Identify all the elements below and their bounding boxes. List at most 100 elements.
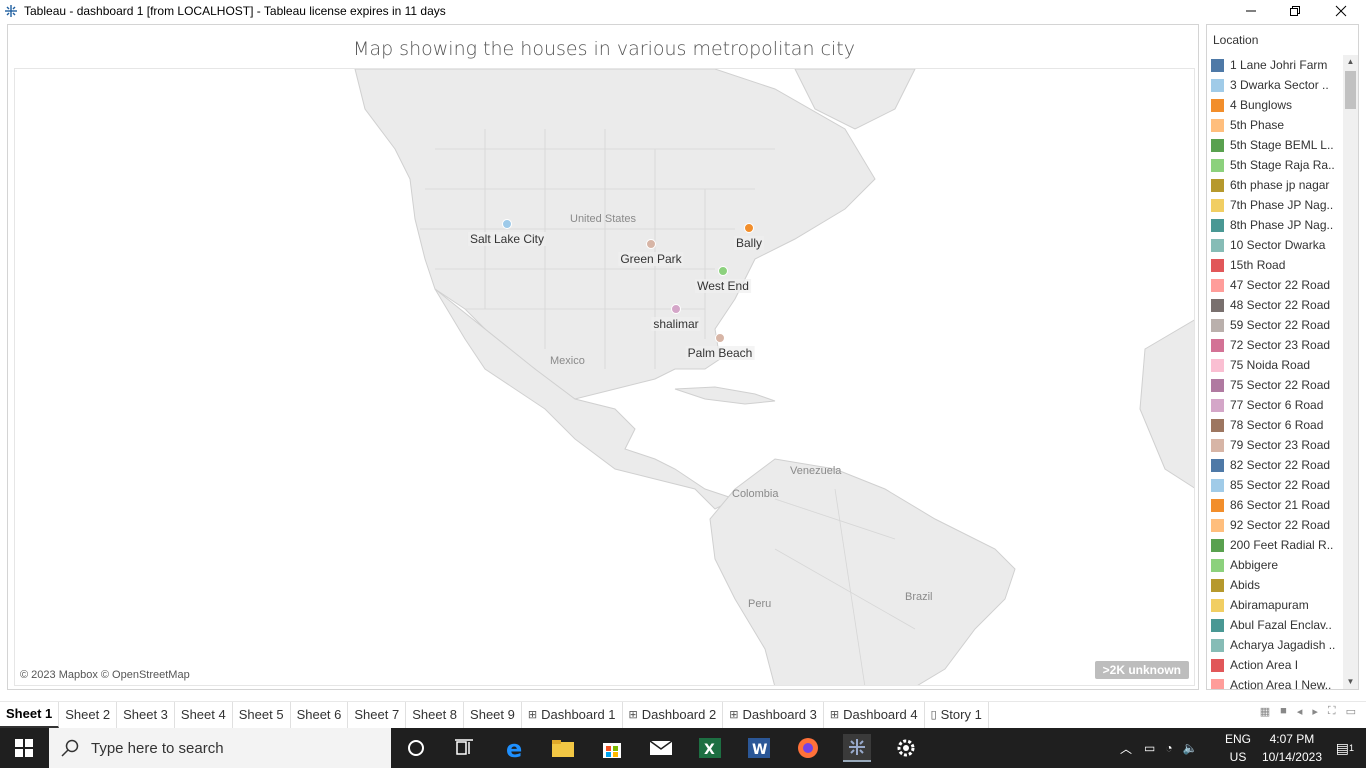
firefox-icon[interactable] [794,734,822,762]
volume-icon[interactable]: 🔈 [1183,741,1198,755]
legend-item[interactable]: 10 Sector Dwarka [1207,235,1345,255]
tab-sheet-3[interactable]: Sheet 3 [117,701,175,728]
tableau-taskbar-icon[interactable] [843,734,871,762]
input-language[interactable]: ENG US [1225,730,1251,766]
legend-item[interactable]: 5th Stage Raja Ra.. [1207,155,1345,175]
legend-item[interactable]: 47 Sector 22 Road [1207,275,1345,295]
legend-item[interactable]: 85 Sector 22 Road [1207,475,1345,495]
word-icon[interactable]: W [745,734,773,762]
scroll-up-icon[interactable]: ▲ [1343,55,1358,69]
legend-swatch [1211,418,1224,432]
legend-item[interactable]: Abbigere [1207,555,1345,575]
tab-dashboard-4[interactable]: ⊞ Dashboard 4 [824,701,925,728]
legend-item[interactable]: Abiramapuram [1207,595,1345,615]
mail-icon[interactable] [647,734,675,762]
presentation-icon[interactable]: ▭ [1346,705,1356,718]
legend-item[interactable]: 72 Sector 23 Road [1207,335,1345,355]
tab-sheet-6[interactable]: Sheet 6 [291,701,349,728]
legend-swatch [1211,558,1224,572]
legend-label: Abbigere [1230,558,1279,572]
tab-sheet-4[interactable]: Sheet 4 [175,701,233,728]
lang-region: US [1229,750,1247,764]
legend-swatch [1211,138,1224,152]
legend-swatch [1211,238,1224,252]
region-label-venezuela: Venezuela [790,465,842,477]
store-icon[interactable] [598,734,626,762]
tab-dashboard-1[interactable]: ⊞ Dashboard 1 [522,701,623,728]
legend-item[interactable]: 48 Sector 22 Road [1207,295,1345,315]
legend-scrollbar[interactable]: ▲ ▼ [1343,55,1358,689]
tab-sheet-1[interactable]: Sheet 1 [0,701,60,728]
film-strip-icon[interactable]: ▦ [1260,705,1270,718]
legend-item[interactable]: 4 Bunglows [1207,95,1345,115]
legend-item[interactable]: 8th Phase JP Nag.. [1207,215,1345,235]
legend-item[interactable]: 78 Sector 6 Road [1207,415,1345,435]
legend-label: 75 Noida Road [1230,358,1311,372]
legend-item[interactable]: Acharya Jagadish .. [1207,635,1345,655]
start-button[interactable] [0,728,48,768]
legend-item[interactable]: Abids [1207,575,1345,595]
unknown-badge[interactable]: >2K unknown [1094,661,1189,679]
cortana-icon[interactable] [402,734,430,762]
previous-tab-icon[interactable]: ◂ [1297,705,1303,718]
file-explorer-icon[interactable] [549,734,577,762]
tab-sheet-5[interactable]: Sheet 5 [233,701,291,728]
legend-item[interactable]: Action Area I [1207,655,1345,675]
tab-sheet-9[interactable]: Sheet 9 [464,701,522,728]
legend-item[interactable]: Abul Fazal Enclav.. [1207,615,1345,635]
legend-item[interactable]: 79 Sector 23 Road [1207,435,1345,455]
legend-item[interactable]: 92 Sector 22 Road [1207,515,1345,535]
legend-item[interactable]: 75 Noida Road [1207,355,1345,375]
scroll-down-icon[interactable]: ▼ [1343,675,1358,689]
city-marker[interactable] [502,219,512,229]
legend-item[interactable]: 5th Phase [1207,115,1345,135]
task-view-icon[interactable] [450,734,478,762]
tab-sheet-2[interactable]: Sheet 2 [59,701,118,728]
legend-item[interactable]: 6th phase jp nagar [1207,175,1345,195]
svg-text:e: e [506,736,522,760]
legend-item[interactable]: 5th Stage BEML L.. [1207,135,1345,155]
legend-label: 200 Feet Radial R.. [1230,538,1334,552]
network-icon[interactable]: ◔ [1165,741,1172,755]
legend-item[interactable]: 77 Sector 6 Road [1207,395,1345,415]
tab-dashboard-3[interactable]: ⊞ Dashboard 3 [723,701,824,728]
legend-item[interactable]: 1 Lane Johri Farm [1207,55,1345,75]
legend-item[interactable]: Action Area I New.. [1207,675,1345,689]
scroll-thumb[interactable] [1345,71,1356,109]
minimize-button[interactable] [1228,0,1274,22]
city-marker[interactable] [671,304,681,314]
legend-item[interactable]: 7th Phase JP Nag.. [1207,195,1345,215]
restore-button[interactable] [1272,0,1318,22]
sheet-list-icon[interactable]: ■ [1280,705,1287,718]
svg-text:W: W [752,742,767,758]
city-marker[interactable] [718,266,728,276]
tab-sheet-8[interactable]: Sheet 8 [406,701,465,728]
map-view[interactable]: United States Mexico Venezuela Colombia … [14,68,1195,686]
clock-time: 4:07 PM [1269,732,1315,746]
legend-item[interactable]: 15th Road [1207,255,1345,275]
city-marker[interactable] [715,333,725,343]
taskbar-clock[interactable]: 4:07 PM 10/14/2023 [1262,730,1322,766]
next-tab-icon[interactable]: ▸ [1312,705,1318,718]
legend-item[interactable]: 86 Sector 21 Road [1207,495,1345,515]
settings-gear-icon[interactable] [892,734,920,762]
city-marker[interactable] [744,223,754,233]
notification-center-icon[interactable]: ▤ 1 [1336,728,1354,768]
taskbar-search[interactable]: Type here to search [49,728,391,768]
edge-browser-icon[interactable]: e [501,734,529,762]
excel-icon[interactable]: X [696,734,724,762]
legend-swatch [1211,78,1224,92]
fit-icon[interactable]: ⛶ [1328,705,1336,718]
legend-item[interactable]: 3 Dwarka Sector .. [1207,75,1345,95]
close-button[interactable] [1318,0,1364,22]
tab-dashboard-2[interactable]: ⊞ Dashboard 2 [623,701,724,728]
legend-item[interactable]: 75 Sector 22 Road [1207,375,1345,395]
chevron-up-icon[interactable]: ︿ [1120,740,1132,757]
legend-item[interactable]: 200 Feet Radial R.. [1207,535,1345,555]
tab-story-1[interactable]: ▯ Story 1 [925,701,989,728]
city-marker[interactable] [646,239,656,249]
tab-sheet-7[interactable]: Sheet 7 [348,701,407,728]
battery-icon[interactable]: ▭ [1144,741,1155,755]
legend-item[interactable]: 82 Sector 22 Road [1207,455,1345,475]
legend-item[interactable]: 59 Sector 22 Road [1207,315,1345,335]
